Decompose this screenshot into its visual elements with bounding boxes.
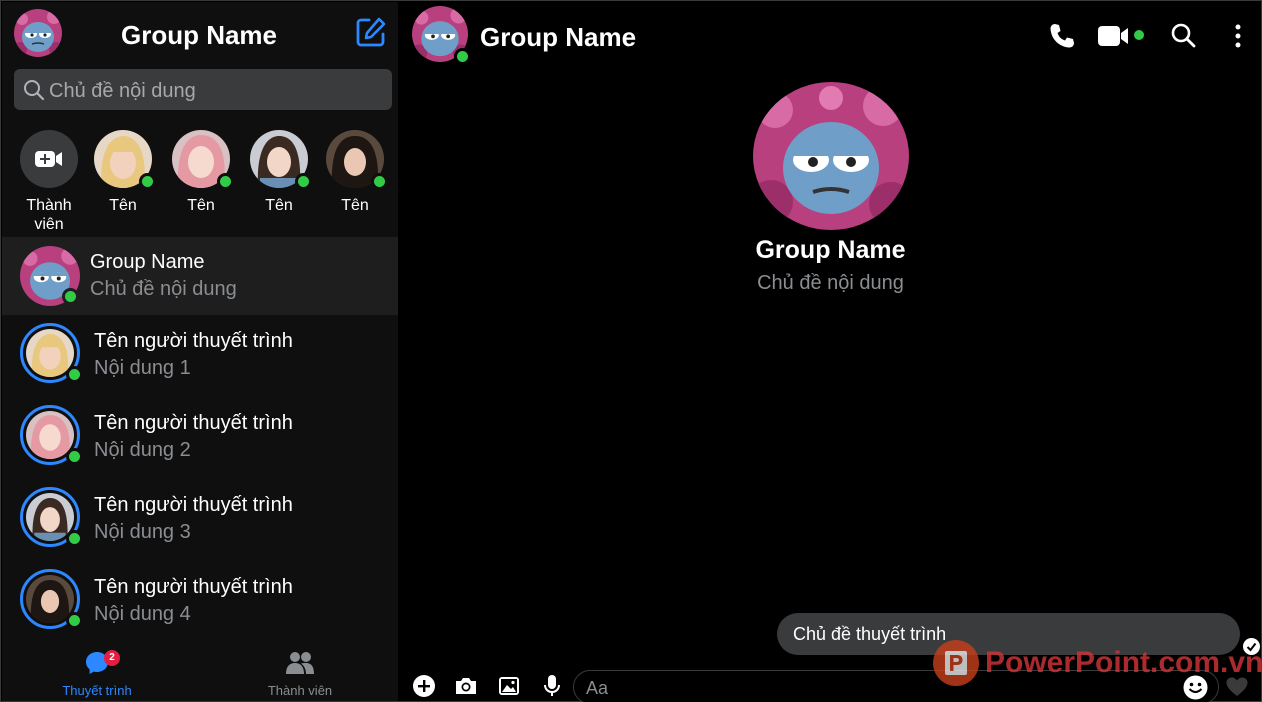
more-options-icon[interactable] (1228, 22, 1248, 50)
sidebar: Group Name Chủ đề nội dung Thành viên Tê… (2, 2, 398, 701)
conversation-name: Group Name (90, 251, 205, 273)
conversation-preview: Nội dung 4 (94, 603, 191, 625)
online-indicator (62, 288, 79, 305)
add-member-button[interactable]: Thành viên (18, 130, 80, 234)
story-label: Tên (265, 197, 293, 214)
tab-thanh-vien[interactable]: Thành viên (230, 650, 370, 698)
conversation-item[interactable]: Tên người thuyết trình Nội dung 3 (2, 478, 398, 556)
conversation-item[interactable]: Tên người thuyết trình Nội dung 2 (2, 396, 398, 474)
powerpoint-logo-icon (933, 640, 979, 686)
compose-icon[interactable] (355, 16, 387, 48)
story-label: Tên (341, 197, 369, 214)
image-icon[interactable] (497, 674, 521, 698)
member-story[interactable]: Tên (170, 130, 234, 215)
tab-thuyet-trinh[interactable]: 2 Thuyết trình (27, 650, 167, 698)
members-row: Thành viên Tên Tên Tên Tên (2, 122, 398, 234)
conversation-preview: Nội dung 2 (94, 439, 191, 461)
search-icon (24, 80, 45, 101)
story-label: Tên (187, 197, 215, 214)
search-icon[interactable] (1170, 22, 1198, 50)
member-story[interactable]: Tên (248, 130, 312, 215)
group-name: Group Name (755, 236, 906, 264)
plus-icon[interactable] (412, 674, 436, 698)
search-placeholder: Chủ đề nội dung (49, 80, 196, 102)
conversation-preview: Chủ đề nội dung (90, 278, 237, 300)
sidebar-title: Group Name (120, 20, 278, 50)
group-avatar[interactable] (14, 9, 62, 57)
camera-icon[interactable] (454, 674, 478, 698)
conversation-name: Tên người thuyết trình (94, 494, 293, 516)
conversation-name: Tên người thuyết trình (94, 576, 293, 598)
chat-title: Group Name (480, 22, 637, 52)
conversation-item[interactable]: Tên người thuyết trình Nội dung 1 (2, 314, 398, 392)
online-indicator (217, 173, 234, 190)
conversation-item[interactable]: Tên người thuyết trình Nội dung 4 (2, 560, 398, 638)
unread-badge: 2 (104, 650, 120, 666)
conversation-item-group[interactable]: Group Name Chủ đề nội dung (2, 237, 398, 315)
online-indicator (66, 366, 83, 383)
online-indicator (454, 48, 471, 65)
member-story[interactable]: Tên (92, 130, 156, 215)
nav-label: Thành viên (267, 683, 333, 698)
conversation-preview: Nội dung 1 (94, 357, 191, 379)
microphone-icon[interactable] (540, 674, 564, 698)
conversation-name: Tên người thuyết trình (94, 330, 293, 352)
powerpoint-watermark: PowerPoint.com.vn (931, 638, 1262, 688)
online-indicator (66, 612, 83, 629)
watermark-text: PowerPoint.com.vn (985, 646, 1262, 679)
chat-panel: Group Name Group Name Chủ đề nội dung Ch… (400, 2, 1261, 702)
story-label: Thành viên (26, 197, 72, 233)
phone-icon[interactable] (1048, 22, 1076, 50)
online-indicator (66, 448, 83, 465)
video-call-icon[interactable] (1097, 22, 1147, 50)
group-topic: Chủ đề nội dung (757, 272, 904, 294)
online-indicator (139, 173, 156, 190)
conversation-name: Tên người thuyết trình (94, 412, 293, 434)
online-indicator (66, 530, 83, 547)
group-profile-picture (753, 82, 909, 230)
bottom-nav: 2 Thuyết trình Thành viên (2, 642, 398, 701)
online-indicator (295, 173, 312, 190)
video-add-icon (20, 130, 78, 188)
story-label: Tên (109, 197, 137, 214)
conversation-preview: Nội dung 3 (94, 521, 191, 543)
messenger-window: Group Name Chủ đề nội dung Thành viên Tê… (0, 0, 1262, 702)
chat-header-avatar[interactable] (412, 6, 471, 65)
people-icon (286, 652, 314, 674)
member-story[interactable]: Tên (324, 130, 388, 215)
search-input[interactable]: Chủ đề nội dung (14, 69, 392, 110)
nav-label: Thuyết trình (62, 683, 132, 698)
online-indicator (371, 173, 388, 190)
